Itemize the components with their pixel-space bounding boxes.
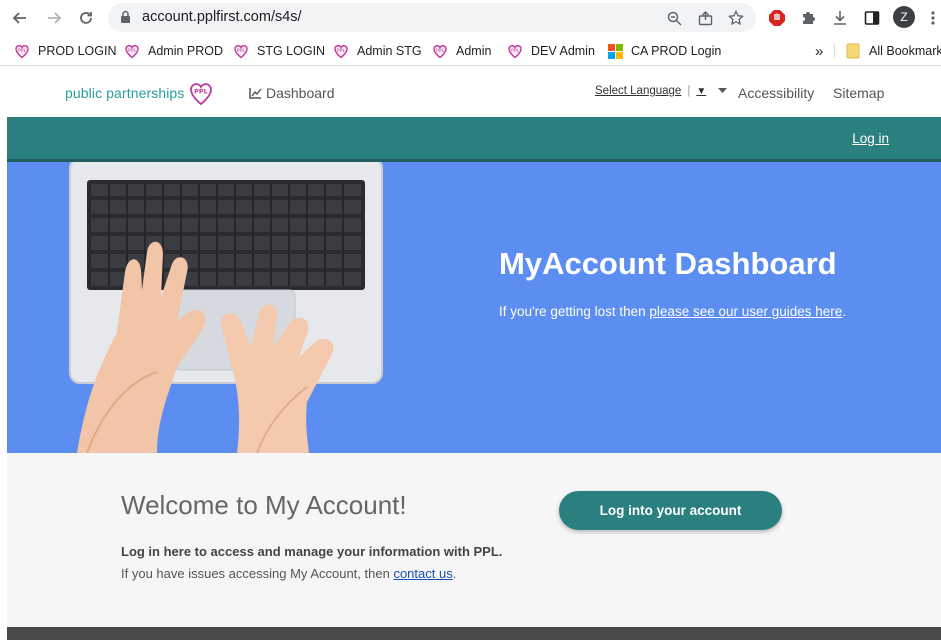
laptop-hands-image: [69, 162, 383, 453]
bookmarks-divider: [834, 44, 835, 58]
chevron-down-icon: [718, 88, 728, 94]
hero-subtitle: If you're getting lost then please see o…: [499, 304, 847, 319]
svg-text:PPL: PPL: [436, 48, 444, 54]
ppl-logo[interactable]: public partnerships PPL: [65, 80, 214, 106]
share-icon[interactable]: [695, 8, 715, 28]
forward-button[interactable]: [42, 6, 66, 30]
bookmark-dev-admin[interactable]: PPL DEV Admin: [507, 42, 595, 60]
svg-text:PPL: PPL: [18, 48, 26, 54]
ppl-heart-icon: PPL: [333, 43, 349, 59]
language-selector[interactable]: Select Language | ▼: [595, 85, 728, 97]
language-dropdown-arrow: ▼: [696, 85, 707, 97]
folder-icon: [845, 43, 861, 59]
hero-title: MyAccount Dashboard: [499, 246, 837, 281]
ppl-heart-icon: PPL: [124, 43, 140, 59]
all-bookmarks-folder[interactable]: All Bookmarks: [845, 42, 941, 60]
select-language-label: Select Language: [595, 85, 682, 97]
back-arrow-icon: [12, 12, 26, 24]
logo-text: public partnerships: [65, 85, 185, 101]
dashboard-link[interactable]: Dashboard: [249, 85, 335, 101]
reload-button[interactable]: [74, 6, 98, 30]
kebab-menu-icon[interactable]: [921, 6, 941, 30]
address-bar[interactable]: account.pplfirst.com/s4s/: [108, 3, 756, 32]
sitemap-link[interactable]: Sitemap: [833, 85, 884, 101]
bookmark-admin[interactable]: PPL Admin: [432, 42, 491, 60]
ppl-heart-icon: PPL: [233, 43, 249, 59]
svg-text:PPL: PPL: [337, 48, 345, 54]
bookmark-admin-prod[interactable]: PPL Admin PROD: [124, 42, 223, 60]
zoom-icon[interactable]: [664, 8, 684, 28]
ppl-heart-icon: PPL: [432, 43, 448, 59]
puzzle-extensions-icon[interactable]: [796, 6, 820, 30]
download-icon[interactable]: [828, 6, 852, 30]
bookmark-admin-stg[interactable]: PPL Admin STG: [333, 42, 422, 60]
reload-icon: [80, 12, 92, 24]
login-link[interactable]: Log in: [852, 131, 889, 146]
welcome-issue-text: If you have issues accessing My Account,…: [121, 566, 457, 581]
svg-text:PPL: PPL: [128, 48, 136, 54]
bookmark-stg-login[interactable]: PPL STG LOGIN: [233, 42, 325, 60]
hero-banner: MyAccount Dashboard If you're getting lo…: [7, 162, 941, 453]
log-into-account-button[interactable]: Log into your account: [559, 491, 782, 530]
welcome-title: Welcome to My Account!: [121, 490, 407, 520]
login-bar: Log in: [7, 117, 941, 162]
user-guides-link[interactable]: please see our user guides here: [649, 304, 842, 319]
ppl-heart-logo-icon: PPL: [188, 80, 214, 106]
chart-icon: [249, 87, 262, 99]
url-text: account.pplfirst.com/s4s/: [142, 9, 302, 25]
bookmarks-overflow-button[interactable]: »: [815, 42, 823, 60]
accessibility-link[interactable]: Accessibility: [738, 85, 814, 101]
back-button[interactable]: [8, 6, 32, 30]
bookmarks-bar: PPL PROD LOGIN PPL Admin PROD PPL STG LO…: [0, 36, 941, 66]
welcome-description: Log in here to access and manage your in…: [121, 544, 503, 559]
svg-text:PPL: PPL: [195, 88, 209, 96]
side-panel-icon[interactable]: [860, 6, 884, 30]
svg-text:PPL: PPL: [511, 48, 519, 54]
profile-avatar[interactable]: Z: [893, 6, 915, 28]
adblock-extension-icon[interactable]: [765, 6, 789, 30]
language-divider: |: [687, 85, 691, 97]
lock-icon: [120, 10, 131, 29]
ppl-heart-icon: PPL: [507, 43, 523, 59]
ppl-heart-icon: PPL: [14, 43, 30, 59]
welcome-section: Welcome to My Account! Log in here to ac…: [7, 453, 941, 627]
svg-text:PPL: PPL: [237, 48, 245, 54]
bookmark-ca-prod-login[interactable]: CA PROD Login: [607, 42, 721, 60]
webpage: public partnerships PPL Dashboard Select…: [7, 67, 941, 640]
contact-us-link[interactable]: contact us: [393, 566, 452, 581]
star-icon[interactable]: [726, 8, 746, 28]
browser-toolbar: account.pplfirst.com/s4s/ Z: [0, 0, 941, 36]
forward-arrow-icon: [48, 12, 62, 24]
microsoft-icon: [607, 43, 623, 59]
bookmark-prod-login[interactable]: PPL PROD LOGIN: [14, 42, 117, 60]
dashboard-label: Dashboard: [266, 85, 335, 101]
site-header: public partnerships PPL Dashboard Select…: [7, 67, 941, 117]
footer-bar: [7, 627, 941, 640]
